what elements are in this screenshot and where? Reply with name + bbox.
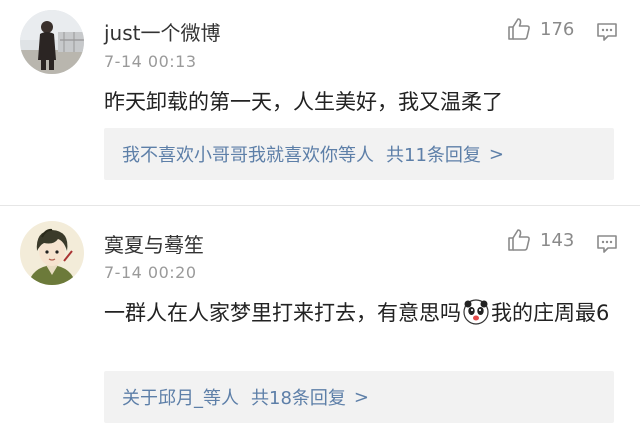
thumbs-up-icon — [506, 227, 532, 253]
replies-count: 共18条回复 — [251, 388, 346, 409]
comment-text: 昨天卸载的第一天，人生美好，我又温柔了 — [104, 90, 503, 114]
replies-users: 我不喜欢小哥哥我就喜欢你等人 — [122, 145, 374, 166]
like-button[interactable]: 143 — [506, 227, 574, 253]
username[interactable]: 寞夏与蓦笙 — [104, 229, 204, 258]
replies-count: 共11条回复 — [386, 145, 481, 166]
avatar[interactable] — [20, 221, 84, 285]
like-button[interactable]: 176 — [506, 16, 574, 42]
comment-bubble-icon[interactable] — [596, 22, 618, 42]
username[interactable]: just一个微博 — [104, 17, 221, 46]
comment-feed: just一个微博 7-14 00:13 176 昨天卸载的第一天，人生美好，我又… — [0, 0, 640, 424]
replies-users: 关于邱月_等人 — [122, 388, 239, 409]
comment-text-part: 我的庄周最6 — [491, 301, 610, 325]
comment-bubble-icon[interactable] — [596, 234, 618, 254]
replies-link[interactable]: 关于邱月_等人 共18条回复 > — [104, 371, 614, 423]
replies-link[interactable]: 我不喜欢小哥哥我就喜欢你等人 共11条回复 > — [104, 128, 614, 180]
like-count: 143 — [540, 229, 575, 251]
comment-item: just一个微博 7-14 00:13 176 昨天卸载的第一天，人生美好，我又… — [0, 0, 640, 206]
avatar[interactable] — [20, 10, 84, 74]
comment-text-part: 一群人在人家梦里打来打去，有意思吗 — [104, 301, 461, 325]
chevron-right-icon: > — [488, 143, 504, 165]
thumbs-up-icon — [506, 16, 532, 42]
timestamp: 7-14 00:20 — [104, 263, 197, 282]
timestamp: 7-14 00:13 — [104, 52, 197, 71]
comment-text: 一群人在人家梦里打来打去，有意思吗 我的庄周最6 — [104, 297, 614, 329]
like-count: 176 — [540, 18, 575, 40]
comment-item: 寞夏与蓦笙 7-14 00:20 143 一群人在人家梦里打来打去，有意思吗 我… — [0, 206, 640, 424]
panda-face-emoji — [463, 299, 489, 325]
chevron-right-icon: > — [353, 386, 369, 408]
